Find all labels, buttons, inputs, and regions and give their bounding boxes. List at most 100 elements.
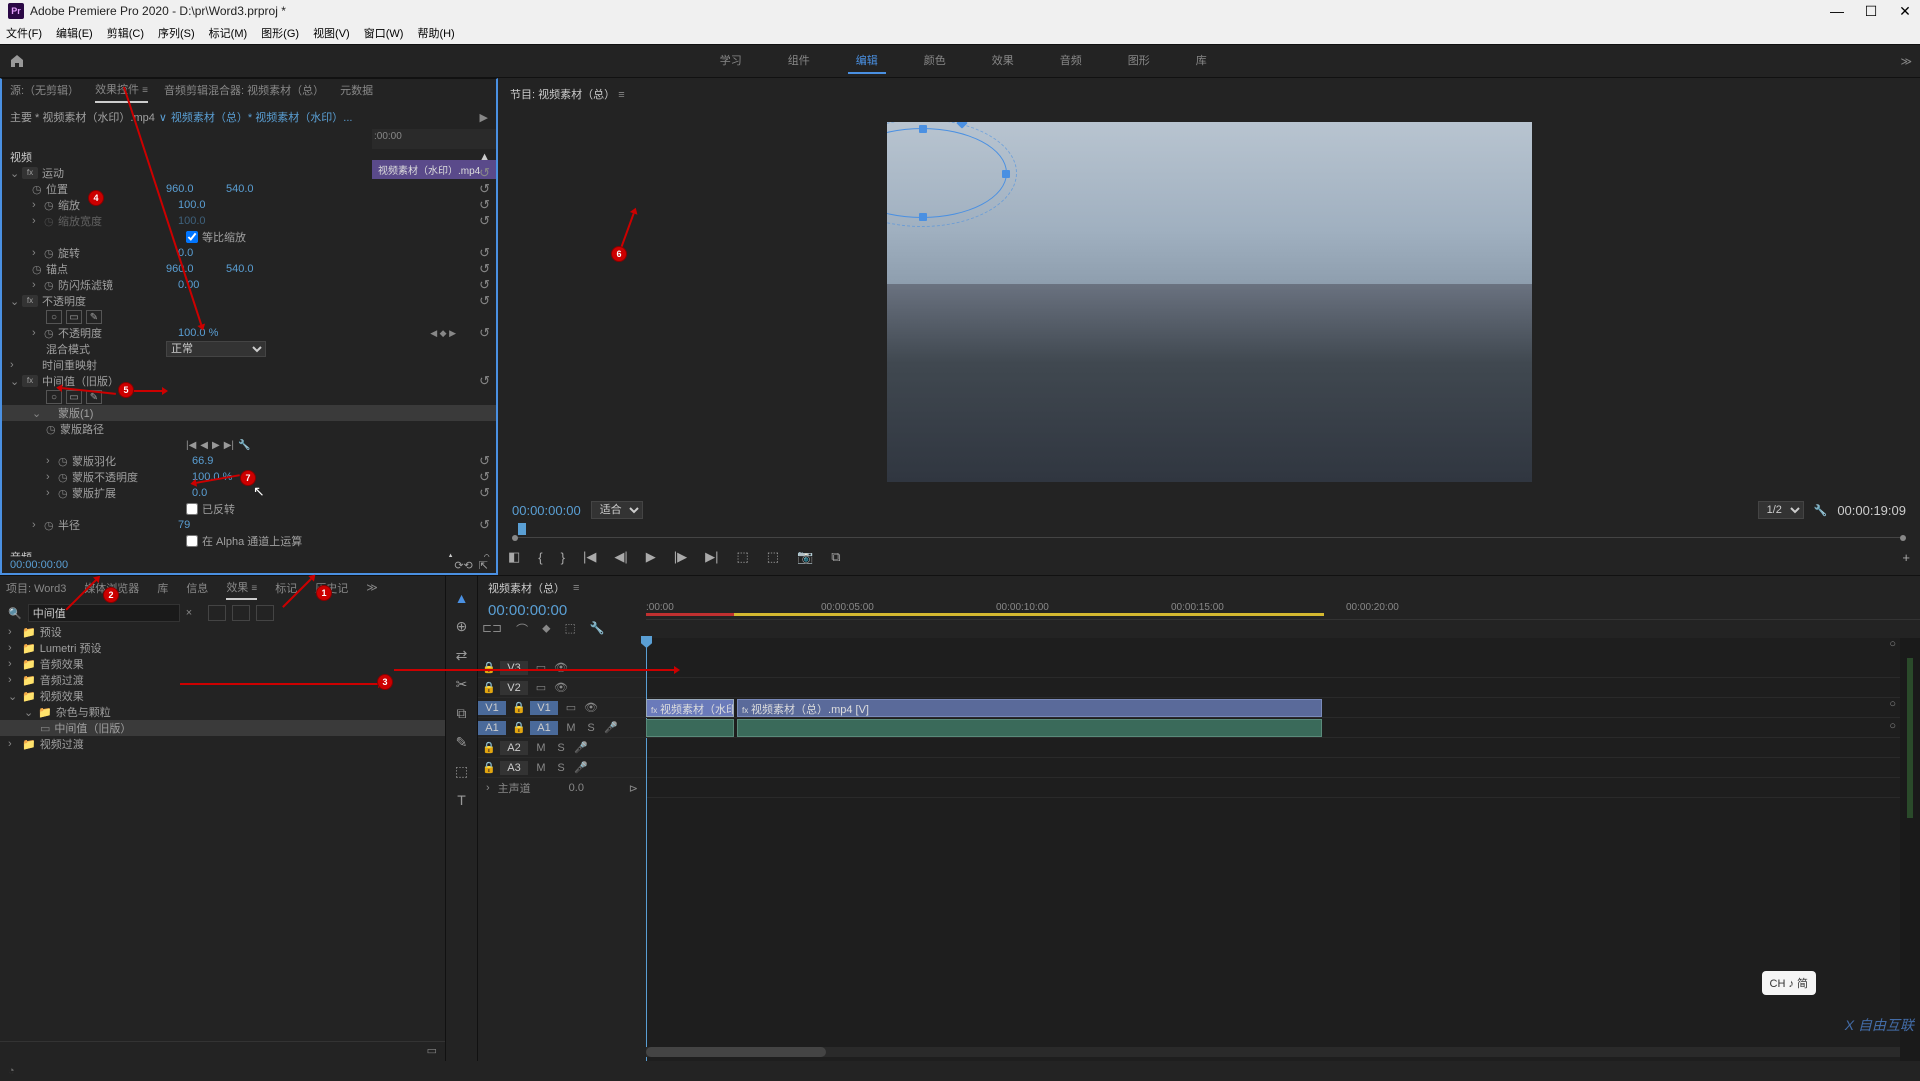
close-button[interactable]: ✕ bbox=[1898, 3, 1912, 20]
tab-libraries[interactable]: 库 bbox=[157, 580, 168, 599]
tab-menu-icon-2[interactable]: ≡ bbox=[251, 583, 257, 597]
clip-audio-main[interactable] bbox=[737, 719, 1322, 737]
track-v2[interactable]: V2 bbox=[500, 681, 528, 695]
tab-source[interactable]: 源:（无剪辑） bbox=[10, 82, 79, 102]
menu-window[interactable]: 窗口(W) bbox=[364, 25, 404, 41]
reset-median-icon[interactable]: ↺ bbox=[479, 373, 490, 389]
lock-v3[interactable]: 🔒 bbox=[482, 661, 494, 674]
tree-arrow[interactable]: › bbox=[8, 642, 18, 654]
reset-rotation-icon[interactable]: ↺ bbox=[479, 245, 490, 261]
mask-track-back-icon[interactable]: |◀ bbox=[186, 440, 196, 451]
timeline-ruler[interactable]: :00:00 00:00:05:00 00:00:10:00 00:00:15:… bbox=[646, 600, 1920, 620]
track-v1[interactable]: V1 bbox=[530, 701, 558, 715]
stopwatch-rotation[interactable]: ◷ bbox=[44, 247, 58, 260]
expand-timeremap[interactable]: › bbox=[10, 359, 22, 371]
zoom-fit-select[interactable]: 适合 bbox=[591, 501, 643, 519]
solo-a2[interactable]: S bbox=[554, 742, 568, 754]
scale-value[interactable]: 100.0 bbox=[178, 199, 238, 211]
timeline-settings-icon[interactable]: ○ bbox=[1889, 638, 1896, 650]
minimize-button[interactable]: — bbox=[1830, 3, 1844, 20]
effects-search-input[interactable] bbox=[28, 604, 180, 622]
play-toggle-icon[interactable]: ▶ bbox=[480, 111, 488, 124]
expand-maskopacity[interactable]: › bbox=[46, 471, 58, 483]
reset-maskexpand-icon[interactable]: ↺ bbox=[479, 485, 490, 501]
expand-master[interactable]: › bbox=[486, 782, 490, 794]
stopwatch-maskexpand[interactable]: ◷ bbox=[58, 487, 72, 500]
expand-mask1[interactable]: ⌄ bbox=[32, 407, 44, 420]
tab-effect-controls[interactable]: 效果控件 ≡ bbox=[95, 81, 148, 103]
timeline-scrollbar[interactable] bbox=[646, 1047, 1900, 1057]
tree-arrow[interactable]: › bbox=[8, 626, 18, 638]
tree-presets[interactable]: 预设 bbox=[40, 624, 62, 640]
tree-audio-effects[interactable]: 音频效果 bbox=[40, 656, 84, 672]
eye-v3[interactable]: 👁 bbox=[554, 661, 568, 674]
output-v2[interactable]: ▭ bbox=[534, 681, 548, 694]
view-32bit-icon[interactable] bbox=[208, 605, 226, 621]
project-overflow[interactable]: ≫ bbox=[366, 581, 378, 597]
effect-median[interactable]: 中间值（旧版） bbox=[42, 373, 119, 389]
effect-timecode[interactable]: 00:00:00:00 bbox=[10, 559, 68, 571]
tree-audio-trans[interactable]: 音频过渡 bbox=[40, 672, 84, 688]
maskexpand-value[interactable]: 0.0 bbox=[192, 487, 252, 499]
menu-file[interactable]: 文件(F) bbox=[6, 25, 42, 41]
view-accel-icon[interactable] bbox=[256, 605, 274, 621]
menu-help[interactable]: 帮助(H) bbox=[417, 25, 454, 41]
tab-project[interactable]: 项目: Word3 bbox=[6, 580, 66, 599]
out-point[interactable] bbox=[1900, 535, 1906, 541]
workspace-graphics[interactable]: 图形 bbox=[1120, 48, 1158, 74]
source-a1[interactable]: A1 bbox=[478, 721, 506, 735]
expand-opacity[interactable]: ⌄ bbox=[10, 295, 22, 308]
expand-radius[interactable]: › bbox=[32, 519, 44, 531]
eye-v2[interactable]: 👁 bbox=[554, 681, 568, 694]
tab-info[interactable]: 信息 bbox=[186, 580, 208, 599]
workspace-overflow[interactable]: ≫ bbox=[1900, 55, 1912, 68]
mask-play-icon[interactable]: ▶ bbox=[212, 440, 220, 451]
mask-1-label[interactable]: 蒙版(1) bbox=[58, 405, 93, 421]
lock-v2[interactable]: 🔒 bbox=[482, 681, 494, 694]
mark-in-icon[interactable]: ◧ bbox=[508, 549, 520, 565]
expand-rotation[interactable]: › bbox=[32, 247, 44, 259]
tree-video-effects[interactable]: 视频效果 bbox=[40, 688, 84, 704]
in-point[interactable] bbox=[512, 535, 518, 541]
mask-inverted-checkbox[interactable] bbox=[186, 503, 198, 515]
track-v3[interactable]: V3 bbox=[500, 661, 528, 675]
mask-ellipse-tool-2[interactable]: ○ bbox=[46, 390, 62, 404]
expand-feather[interactable]: › bbox=[46, 455, 58, 467]
mask-step-back-icon[interactable]: ◀ bbox=[200, 440, 208, 451]
menu-clip[interactable]: 剪辑(C) bbox=[107, 25, 144, 41]
stopwatch-maskopacity[interactable]: ◷ bbox=[58, 471, 72, 484]
effect-motion[interactable]: 运动 bbox=[42, 165, 64, 181]
fx-icon-median[interactable]: fx bbox=[22, 375, 38, 387]
razor-tool[interactable]: ✂ bbox=[456, 676, 468, 693]
voice-a1[interactable]: 🎤 bbox=[604, 721, 618, 734]
menu-graphics[interactable]: 图形(G) bbox=[261, 25, 299, 41]
tree-noise-grain[interactable]: 杂色与颗粒 bbox=[56, 704, 111, 720]
mark-out-icon[interactable]: { bbox=[538, 550, 542, 565]
reset-anchor-icon[interactable]: ↺ bbox=[479, 261, 490, 277]
workspace-learn[interactable]: 学习 bbox=[712, 48, 750, 74]
tree-lumetri[interactable]: Lumetri 预设 bbox=[40, 640, 102, 656]
timeline-timecode[interactable]: 00:00:00:00 bbox=[488, 602, 567, 619]
expand-motion[interactable]: ⌄ bbox=[10, 167, 22, 180]
home-icon[interactable] bbox=[8, 52, 26, 70]
linked-icon[interactable]: ⌒ bbox=[516, 621, 528, 638]
export-frame-icon-2[interactable]: 📷 bbox=[797, 549, 813, 565]
selection-tool[interactable]: ▲ bbox=[455, 590, 469, 606]
position-y[interactable]: 540.0 bbox=[226, 183, 254, 195]
expand-maskexpand[interactable]: › bbox=[46, 487, 58, 499]
mute-a1[interactable]: M bbox=[564, 722, 578, 734]
reset-motion-icon[interactable]: ↺ bbox=[479, 165, 490, 181]
clip-audio-1[interactable] bbox=[646, 719, 734, 737]
solo-a3[interactable]: S bbox=[554, 762, 568, 774]
ripple-tool[interactable]: ⇄ bbox=[456, 647, 468, 664]
snap-icon[interactable]: ⊏⊐ bbox=[482, 621, 502, 638]
mask-pen-tool[interactable]: ✎ bbox=[86, 310, 102, 324]
extract-icon[interactable]: ⬚ bbox=[767, 549, 779, 565]
reset-antiflicker-icon[interactable]: ↺ bbox=[479, 277, 490, 293]
tab-menu-icon[interactable]: ≡ bbox=[142, 85, 148, 100]
expand-antiflicker[interactable]: › bbox=[32, 279, 44, 291]
solo-a1[interactable]: S bbox=[584, 722, 598, 734]
tab-audio-mixer[interactable]: 音频剪辑混合器: 视频素材（总） bbox=[164, 82, 324, 102]
mask-rect-tool[interactable]: ▭ bbox=[66, 310, 82, 324]
eye-v1[interactable]: 👁 bbox=[584, 701, 598, 714]
